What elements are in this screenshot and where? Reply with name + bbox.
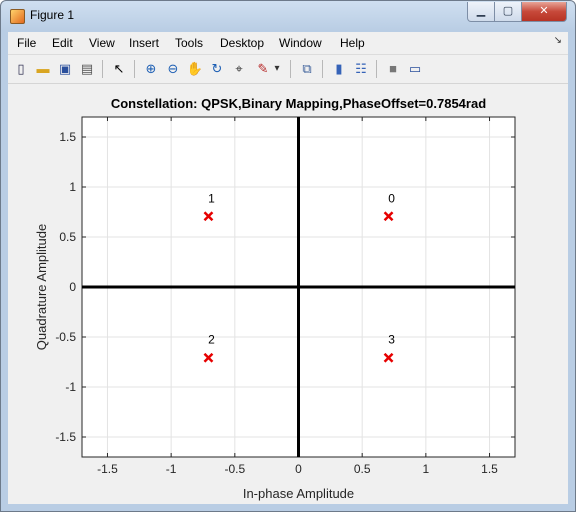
- y-tick-label: -0.5: [55, 330, 76, 344]
- toolbar-separator: [290, 60, 291, 78]
- menu-view[interactable]: View: [89, 36, 115, 50]
- show-plot-tools-icon[interactable]: ▭: [406, 60, 424, 78]
- point-label: 1: [208, 191, 215, 205]
- open-file-icon[interactable]: ▬: [34, 60, 52, 78]
- print-icon[interactable]: ▤: [78, 60, 96, 78]
- x-tick-label: 1: [423, 462, 430, 476]
- menu-file[interactable]: File: [17, 36, 36, 50]
- y-tick-label: 0: [69, 280, 76, 294]
- brush-dropdown-icon[interactable]: ▾: [272, 60, 282, 78]
- window-title: Figure 1: [30, 8, 75, 22]
- menu-tools[interactable]: Tools: [175, 36, 203, 50]
- chart-title: Constellation: QPSK,Binary Mapping,Phase…: [111, 96, 486, 111]
- x-tick-label: 1.5: [481, 462, 498, 476]
- x-tick-label: 0.5: [354, 462, 371, 476]
- legend-icon[interactable]: ☷: [352, 60, 370, 78]
- arrow-pointer-icon[interactable]: ↖: [110, 60, 128, 78]
- data-cursor-icon[interactable]: ⌖: [230, 60, 248, 78]
- maximize-button[interactable]: ▢: [494, 2, 522, 22]
- menu-help[interactable]: Help: [340, 36, 365, 50]
- figure-toolbar: ▯ ▬ ▣ ▤ ↖ ⊕ ⊖ ✋ ↻ ⌖ ✎ ▾ ⧉ ▮ ☷ ■ ▭: [8, 55, 568, 84]
- x-tick-label: -0.5: [224, 462, 245, 476]
- minimize-button[interactable]: ▁: [467, 2, 495, 22]
- y-tick-label: -1: [65, 380, 76, 394]
- toolbar-separator: [134, 60, 135, 78]
- toolbar-separator: [376, 60, 377, 78]
- menu-insert[interactable]: Insert: [129, 36, 159, 50]
- menu-edit[interactable]: Edit: [52, 36, 73, 50]
- title-bar[interactable]: Figure 1 ▁ ▢ ✕: [1, 1, 575, 31]
- figure-canvas: -1.5 -1 -0.5 0 0.5 1 1.5 -1.5 -1 -0.5 0 0.5 1 1.5 0 1 2 3…: [8, 84, 568, 504]
- y-tick-label: 1.5: [59, 130, 76, 144]
- toolbar-separator: [102, 60, 103, 78]
- x-tick-label: -1.5: [97, 462, 118, 476]
- constellation-plot[interactable]: -1.5 -1 -0.5 0 0.5 1 1.5 -1.5 -1 -0.5 0 0.5 1 1.5 0 1 2 3…: [8, 84, 568, 504]
- hide-plot-tools-icon[interactable]: ■: [384, 60, 402, 78]
- toolbar-separator: [322, 60, 323, 78]
- y-axis-label: Quadrature Amplitude: [34, 224, 49, 350]
- x-tick-label: -1: [166, 462, 177, 476]
- link-plot-icon[interactable]: ⧉: [298, 60, 316, 78]
- y-tick-label: 0.5: [59, 230, 76, 244]
- dock-arrow-icon[interactable]: ↘: [554, 35, 562, 46]
- zoom-in-icon[interactable]: ⊕: [142, 60, 160, 78]
- rotate-3d-icon[interactable]: ↻: [208, 60, 226, 78]
- save-icon[interactable]: ▣: [56, 60, 74, 78]
- point-label: 3: [388, 333, 395, 347]
- point-label: 0: [388, 191, 395, 205]
- matlab-figure-icon: [10, 9, 25, 24]
- close-button[interactable]: ✕: [521, 2, 567, 22]
- x-tick-label: 0: [295, 462, 302, 476]
- figure-window: Figure 1 ▁ ▢ ✕ File Edit View Insert Too…: [0, 0, 576, 512]
- brush-icon[interactable]: ✎: [254, 60, 272, 78]
- x-axis-label: In-phase Amplitude: [243, 486, 354, 501]
- point-label: 2: [208, 333, 215, 347]
- menu-bar: File Edit View Insert Tools Desktop Wind…: [8, 32, 568, 55]
- menu-window[interactable]: Window: [279, 36, 322, 50]
- zoom-out-icon[interactable]: ⊖: [164, 60, 182, 78]
- pan-hand-icon[interactable]: ✋: [186, 60, 204, 78]
- y-tick-label: -1.5: [55, 430, 76, 444]
- y-tick-label: 1: [69, 180, 76, 194]
- colorbar-icon[interactable]: ▮: [330, 60, 348, 78]
- new-figure-icon[interactable]: ▯: [12, 60, 30, 78]
- menu-desktop[interactable]: Desktop: [220, 36, 264, 50]
